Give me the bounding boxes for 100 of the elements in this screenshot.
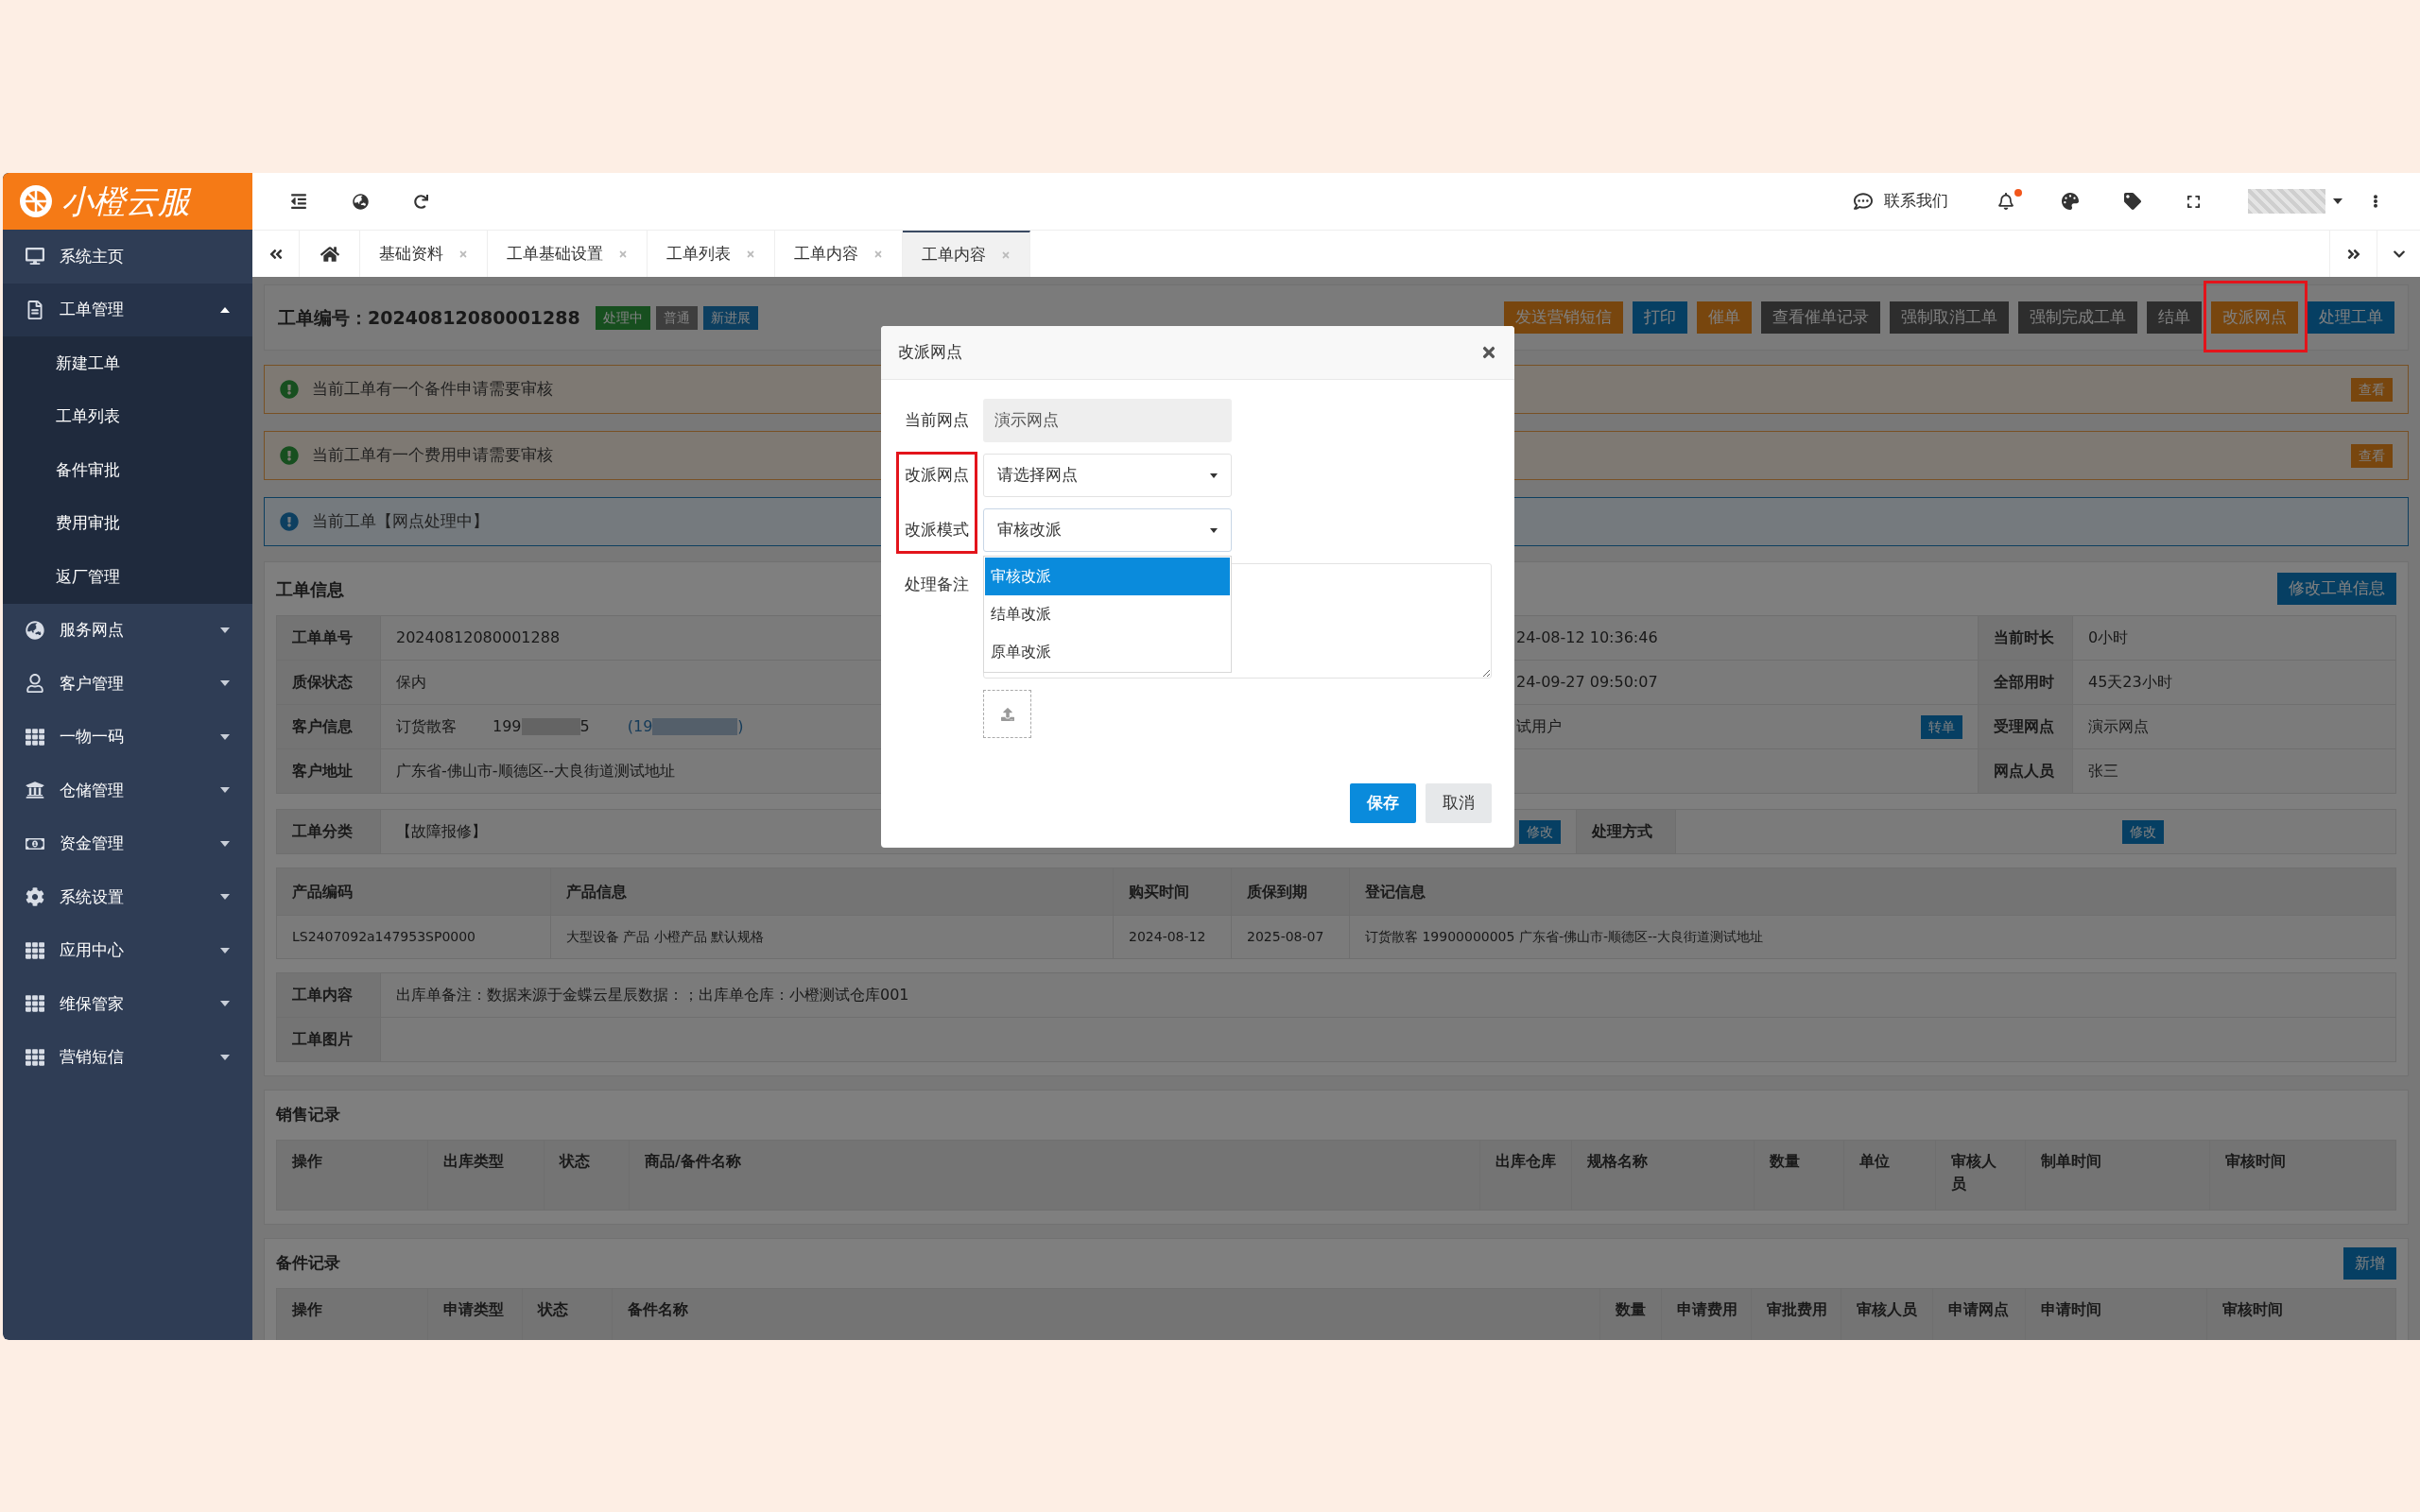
column-header: 出库类型	[443, 1152, 504, 1170]
home-icon[interactable]	[320, 244, 339, 264]
grid-icon	[26, 1047, 44, 1067]
grid-icon	[26, 994, 44, 1014]
sidebar-item[interactable]: 一物一码	[3, 710, 252, 764]
settings-icon	[26, 887, 44, 907]
column-header: 备件名称	[628, 1300, 688, 1318]
dropdown-option[interactable]: 结单改派	[985, 595, 1230, 633]
field-value: 张三	[2073, 749, 2396, 794]
submenu-item[interactable]: 备件审批	[3, 443, 252, 497]
sidebar-item[interactable]: 客户管理	[3, 657, 252, 711]
caret-icon	[220, 733, 230, 740]
submenu-item[interactable]: 工单列表	[3, 389, 252, 443]
grid-icon	[26, 727, 44, 747]
alert-text: 当前工单有一个费用申请需要审核	[312, 444, 553, 467]
sidebar-item[interactable]: 维保管家	[3, 977, 252, 1031]
field-label: 质保状态	[277, 661, 381, 705]
field-value: 20240812080001288	[396, 627, 561, 648]
column-header: 产品编码	[277, 868, 551, 916]
sidebar-item[interactable]: 资金管理	[3, 816, 252, 870]
phone-number: 5	[579, 716, 590, 737]
caret-icon	[220, 1001, 230, 1007]
field-label: 全部用时	[1979, 661, 2073, 705]
column-header: 审核时间	[2222, 1300, 2283, 1318]
table-cell: 大型设备 产品 小橙产品 默认规格	[551, 916, 1114, 959]
field-value: 演示网点	[2073, 705, 2396, 749]
submenu-item[interactable]: 费用审批	[3, 496, 252, 550]
field-label: 当前时长	[1979, 616, 2073, 661]
column-header: 申请时间	[2041, 1300, 2101, 1318]
field-label: 受理网点	[1979, 705, 2073, 749]
caret-icon	[220, 894, 230, 901]
select-field[interactable]: 审核改派	[983, 508, 1232, 552]
fullscreen-icon[interactable]	[2187, 194, 2201, 209]
field-value: 保内	[396, 672, 426, 693]
sidebar-item[interactable]: 系统主页	[3, 230, 252, 284]
save-button[interactable]: 保存	[1350, 783, 1416, 823]
sidebar-item[interactable]: 系统设置	[3, 870, 252, 924]
globe-icon[interactable]	[353, 193, 369, 210]
status-badge: 处理中	[595, 305, 650, 330]
field-label: 工单内容	[277, 973, 381, 1018]
column-header: 规格名称	[1587, 1152, 1648, 1170]
dropdown-option[interactable]: 审核改派	[985, 558, 1230, 595]
chat-icon[interactable]	[1854, 192, 1873, 211]
column-header: 单位	[1859, 1152, 1890, 1170]
bell-icon[interactable]	[1997, 193, 2014, 210]
alert-icon	[280, 380, 299, 399]
cancel-button[interactable]: 取消	[1426, 783, 1492, 823]
menu-icon[interactable]	[290, 193, 307, 210]
column-header: 出库仓库	[1495, 1152, 1556, 1170]
field-value: 0小时	[2073, 616, 2396, 661]
close-icon[interactable]	[1480, 344, 1497, 361]
palette-icon[interactable]	[2062, 193, 2079, 210]
alert-icon	[280, 446, 299, 465]
table-cell: LS2407092a147953SP0000	[277, 916, 551, 959]
caret-icon	[220, 306, 230, 313]
field-label: 处理方式	[1577, 810, 1676, 854]
tab[interactable]: 工单内容	[903, 231, 1030, 277]
sidebar-item[interactable]: 服务网点	[3, 603, 252, 657]
field-value: 24-09-27 09:50:07	[1516, 672, 1658, 693]
alert-text: 当前工单【网点处理中】	[312, 510, 489, 533]
field-label: 工单图片	[277, 1018, 381, 1062]
phone-number: )	[737, 716, 744, 737]
submenu-item[interactable]: 返厂管理	[3, 550, 252, 604]
tag-icon[interactable]	[2124, 193, 2141, 210]
logo-icon	[18, 183, 54, 219]
column-header: 登记信息	[1350, 868, 2396, 916]
field-value: 24-08-12 10:36:46	[1516, 627, 1658, 648]
field-value: 45天23小时	[2073, 661, 2396, 705]
column-header: 购买时间	[1114, 868, 1232, 916]
sidebar-item[interactable]: 工单管理	[3, 283, 252, 336]
field-label: 网点人员	[1979, 749, 2073, 794]
column-header: 审批费用	[1767, 1300, 1827, 1318]
caret-icon	[220, 1054, 230, 1060]
submenu-item[interactable]: 新建工单	[3, 336, 252, 390]
section-title: 销售记录	[276, 1104, 340, 1126]
upload-button[interactable]	[983, 690, 1031, 738]
column-header: 质保到期	[1232, 868, 1350, 916]
alert-text: 当前工单有一个备件申请需要审核	[312, 378, 553, 401]
select-field[interactable]: 请选择网点	[983, 454, 1232, 497]
user-icon	[26, 674, 44, 694]
column-header: 操作	[292, 1152, 322, 1170]
caret-icon	[220, 787, 230, 794]
field-label: 改派模式	[904, 519, 970, 541]
refresh-icon[interactable]	[414, 194, 428, 209]
status-badge: 新进展	[702, 305, 758, 330]
column-header: 申请类型	[443, 1300, 504, 1318]
contact-link[interactable]: 联系我们	[1884, 189, 1948, 214]
caret-icon	[220, 947, 230, 954]
dropdown-option[interactable]: 原单改派	[985, 633, 1230, 671]
table-cell: 2025-08-07	[1232, 916, 1350, 959]
caret-icon	[220, 680, 230, 687]
bank-icon	[26, 781, 44, 800]
column-header: 商品/备件名称	[645, 1152, 741, 1170]
sidebar-item[interactable]: 仓储管理	[3, 764, 252, 817]
column-header: 状态	[538, 1300, 568, 1318]
status-badge: 普通	[655, 305, 698, 330]
field-label: 处理备注	[904, 574, 970, 596]
action-button[interactable]: 查看催单记录	[1761, 301, 1880, 334]
sidebar-item[interactable]: 营销短信	[3, 1030, 252, 1084]
sidebar-item[interactable]: 应用中心	[3, 923, 252, 977]
